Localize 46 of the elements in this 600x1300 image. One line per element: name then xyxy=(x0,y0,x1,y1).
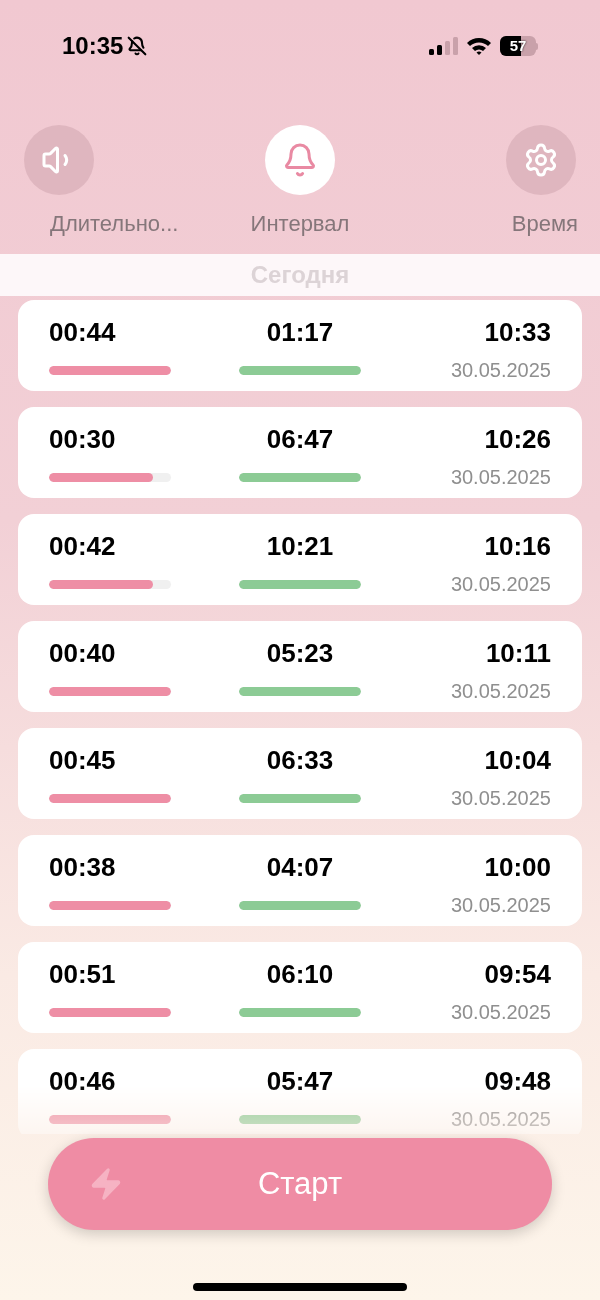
time-value: 10:00 xyxy=(483,851,551,880)
history-card[interactable]: 00:40 05:23 10:11 30.05.2025 xyxy=(18,621,582,712)
interval-value: 06:33 xyxy=(265,744,335,773)
history-card[interactable]: 00:51 06:10 09:54 30.05.2025 xyxy=(18,942,582,1033)
interval-value: 05:23 xyxy=(265,637,335,666)
wifi-icon xyxy=(466,36,492,56)
history-card[interactable]: 00:30 06:47 10:26 30.05.2025 xyxy=(18,407,582,498)
status-time: 10:35 xyxy=(62,31,124,61)
duration-value: 00:30 xyxy=(49,423,117,452)
date-value: 30.05.2025 xyxy=(449,679,551,704)
time-value: 09:54 xyxy=(483,958,551,987)
time-value: 09:48 xyxy=(483,1065,551,1094)
date-value: 30.05.2025 xyxy=(449,358,551,383)
date-value: 30.05.2025 xyxy=(449,465,551,490)
duration-value: 00:46 xyxy=(49,1065,117,1094)
duration-value: 00:45 xyxy=(49,744,117,773)
time-value: 10:16 xyxy=(483,530,551,559)
date-value: 30.05.2025 xyxy=(449,893,551,918)
history-card[interactable]: 00:38 04:07 10:00 30.05.2025 xyxy=(18,835,582,926)
time-value: 10:04 xyxy=(483,744,551,773)
time-value: 10:33 xyxy=(483,316,551,345)
date-value: 30.05.2025 xyxy=(449,786,551,811)
duration-value: 00:38 xyxy=(49,851,117,880)
signal-icon xyxy=(428,36,458,56)
bell-icon xyxy=(282,142,318,178)
muted-bell-icon xyxy=(127,36,148,56)
duration-value: 00:51 xyxy=(49,958,117,987)
interval-value: 06:47 xyxy=(265,423,335,452)
interval-value: 04:07 xyxy=(265,851,335,880)
date-value: 30.05.2025 xyxy=(449,1107,551,1132)
duration-value: 00:44 xyxy=(49,316,117,345)
date-value: 30.05.2025 xyxy=(449,1000,551,1025)
time-value: 10:11 xyxy=(484,637,551,666)
history-card[interactable]: 00:42 10:21 10:16 30.05.2025 xyxy=(18,514,582,605)
duration-value: 00:40 xyxy=(49,637,117,666)
time-value: 10:26 xyxy=(483,423,551,452)
history-card[interactable]: 00:45 06:33 10:04 30.05.2025 xyxy=(18,728,582,819)
date-value: 30.05.2025 xyxy=(449,572,551,597)
duration-value: 00:42 xyxy=(49,530,117,559)
history-card[interactable]: 00:46 05:47 09:48 30.05.2025 xyxy=(18,1049,582,1134)
interval-value: 01:17 xyxy=(265,316,335,345)
settings-icon xyxy=(523,142,559,178)
interval-value: 06:10 xyxy=(265,958,335,987)
history-card[interactable]: 00:44 01:17 10:33 30.05.2025 xyxy=(18,300,582,391)
interval-value: 10:21 xyxy=(265,530,335,559)
interval-value: 05:47 xyxy=(265,1065,335,1094)
